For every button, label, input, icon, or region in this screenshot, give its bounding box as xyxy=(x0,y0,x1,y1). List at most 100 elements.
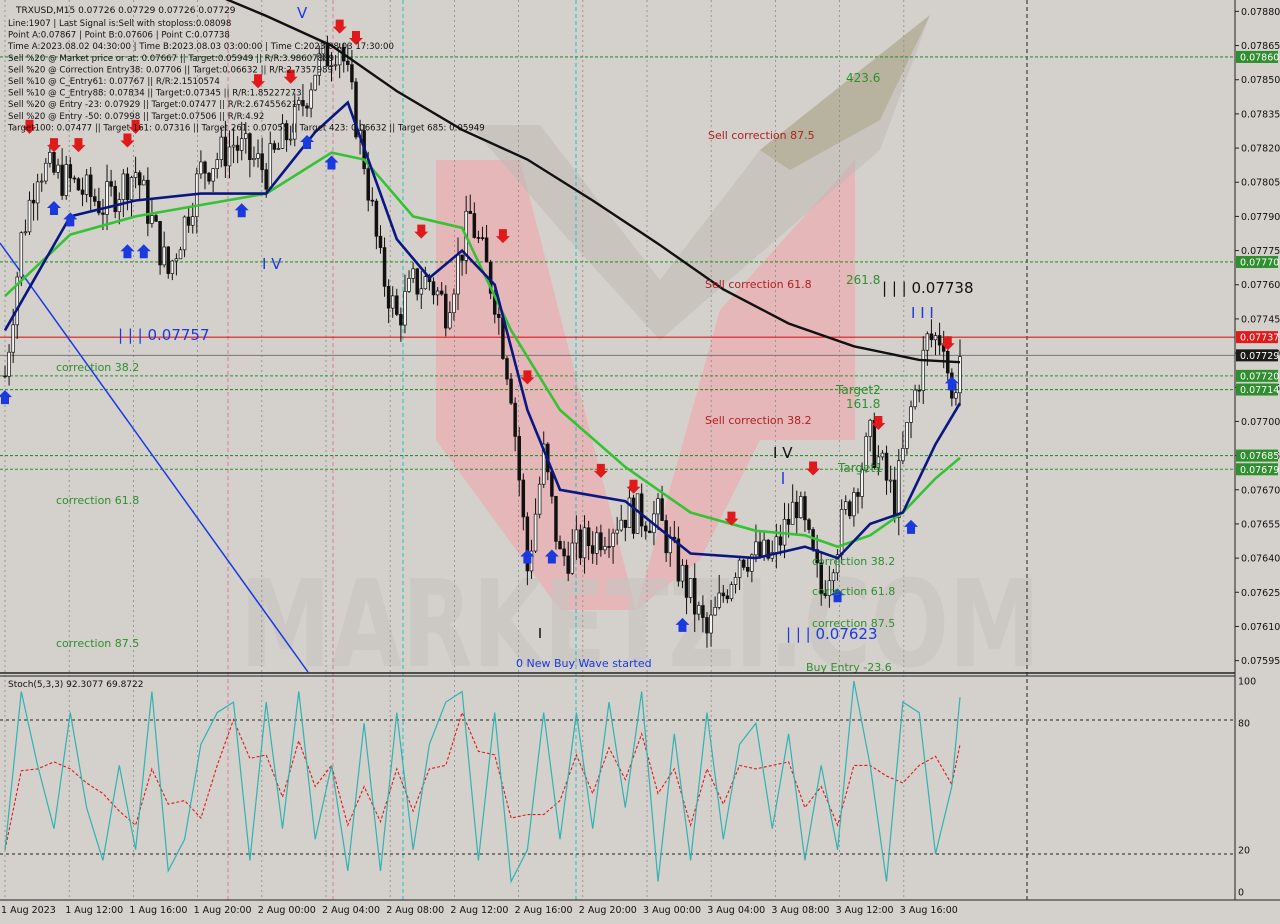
candle-body xyxy=(399,314,403,326)
price-badge-label: 0.07685 xyxy=(1240,451,1279,462)
correction-875-left: correction 87.5 xyxy=(56,637,139,650)
stoch-title: Stoch(5,3,3) 92.3077 69.8722 xyxy=(8,680,143,690)
wave-label-v: V xyxy=(297,4,308,22)
candle-body xyxy=(382,247,387,287)
price-badge-label: 0.07679 xyxy=(1240,465,1279,476)
candle-body xyxy=(852,492,856,517)
price-axis[interactable]: 0.07880 0.07865 0.07850 0.07835 0.07820 0.078… xyxy=(1234,0,1280,900)
candle-body xyxy=(142,179,146,186)
candle-body xyxy=(513,402,517,437)
chart-background xyxy=(0,0,1280,920)
sell-correction-875: Sell correction 87.5 xyxy=(708,129,815,142)
candle-body xyxy=(460,254,464,261)
candle-body xyxy=(901,447,905,462)
candle-body xyxy=(333,64,338,67)
candle-body xyxy=(97,200,101,214)
candle-body xyxy=(684,564,689,598)
candle-body xyxy=(166,246,170,274)
candle-body xyxy=(643,525,648,532)
candle-body xyxy=(109,181,113,187)
candle-body xyxy=(88,174,93,197)
candle-body xyxy=(44,162,48,182)
candle-body xyxy=(631,497,636,534)
candle-body xyxy=(346,60,350,65)
candle-body xyxy=(586,527,591,547)
candle-body xyxy=(390,295,395,309)
fib-261-label: 261.8 xyxy=(846,273,880,287)
time-label: 3 Aug 16:00 xyxy=(900,905,958,916)
candle-body xyxy=(476,237,481,239)
candle-body xyxy=(456,254,460,295)
candle-body xyxy=(607,546,611,548)
candle-body xyxy=(480,237,485,239)
candle-body xyxy=(272,143,277,150)
candle-body xyxy=(746,567,750,572)
watermark-text: MARKETZI.COM xyxy=(240,556,1040,695)
candle-body xyxy=(741,559,746,568)
candle-body xyxy=(533,513,538,552)
candle-body xyxy=(880,452,885,458)
candle-body xyxy=(27,199,32,233)
candle-body xyxy=(211,168,215,182)
target1-label: Target1 xyxy=(837,461,883,475)
candle-body xyxy=(497,313,501,318)
candle-body xyxy=(790,501,795,525)
candle-body xyxy=(623,519,628,528)
price-tick-label: 0.07640 xyxy=(1241,554,1280,565)
price-tick-label: 0.07880 xyxy=(1241,7,1280,18)
info-line: Sell %10 @ C_Entry61: 0.07767 || R/R:2.1… xyxy=(8,77,220,87)
candle-body xyxy=(562,548,566,557)
candle-body xyxy=(660,498,664,521)
stoch-level-label: 80 xyxy=(1238,719,1250,730)
candle-body xyxy=(954,392,958,399)
candle-body xyxy=(60,164,64,196)
candle-body xyxy=(3,375,7,378)
candle-body xyxy=(786,518,791,525)
time-label: 2 Aug 12:00 xyxy=(450,905,508,916)
candle-body xyxy=(68,164,73,179)
candle-body xyxy=(590,545,595,554)
candle-body xyxy=(848,501,852,517)
candle-body xyxy=(366,168,370,201)
time-label: 1 Aug 20:00 xyxy=(194,905,252,916)
wave-label-07757: | | | 0.07757 xyxy=(118,326,210,344)
candle-body xyxy=(39,180,44,183)
candle-body xyxy=(913,389,917,408)
candle-body xyxy=(11,324,15,353)
candle-body xyxy=(639,493,644,527)
candle-body xyxy=(705,617,709,634)
candle-body xyxy=(648,530,652,534)
candle-body xyxy=(219,136,224,161)
price-tick-label: 0.07850 xyxy=(1241,75,1280,86)
candle-body xyxy=(843,501,848,510)
candle-body xyxy=(574,529,579,544)
stoch-level-label: 100 xyxy=(1238,677,1256,688)
candle-body xyxy=(799,496,803,519)
candle-body xyxy=(897,460,901,518)
candle-body xyxy=(729,584,734,600)
candle-body xyxy=(664,520,668,554)
info-line: Sell %20 @ Market price or at: 0.07667 |… xyxy=(8,54,334,64)
candle-body xyxy=(578,529,583,559)
candle-body xyxy=(717,592,721,608)
trading-chart[interactable]: MARKETZI.COM 423.6 261.8 Target2 161.8 T… xyxy=(0,0,1280,920)
candle-body xyxy=(884,452,889,481)
candle-body xyxy=(803,496,807,521)
candle-body xyxy=(558,540,562,550)
candle-body xyxy=(431,281,436,296)
candle-body xyxy=(839,509,844,556)
candle-body xyxy=(129,177,134,200)
candle-body xyxy=(554,495,558,542)
candle-body xyxy=(921,349,926,391)
price-tick-label: 0.07820 xyxy=(1241,144,1280,155)
price-tick-label: 0.07625 xyxy=(1241,588,1280,599)
candle-body xyxy=(190,216,195,226)
correction-618-right: correction 61.8 xyxy=(812,585,895,598)
price-tick-label: 0.07595 xyxy=(1241,656,1280,667)
candle-body xyxy=(701,605,705,618)
candle-body xyxy=(64,164,68,196)
candle-body xyxy=(444,293,448,329)
price-tick-label: 0.07610 xyxy=(1241,622,1280,633)
candle-body xyxy=(313,74,317,91)
candle-body xyxy=(856,492,860,497)
